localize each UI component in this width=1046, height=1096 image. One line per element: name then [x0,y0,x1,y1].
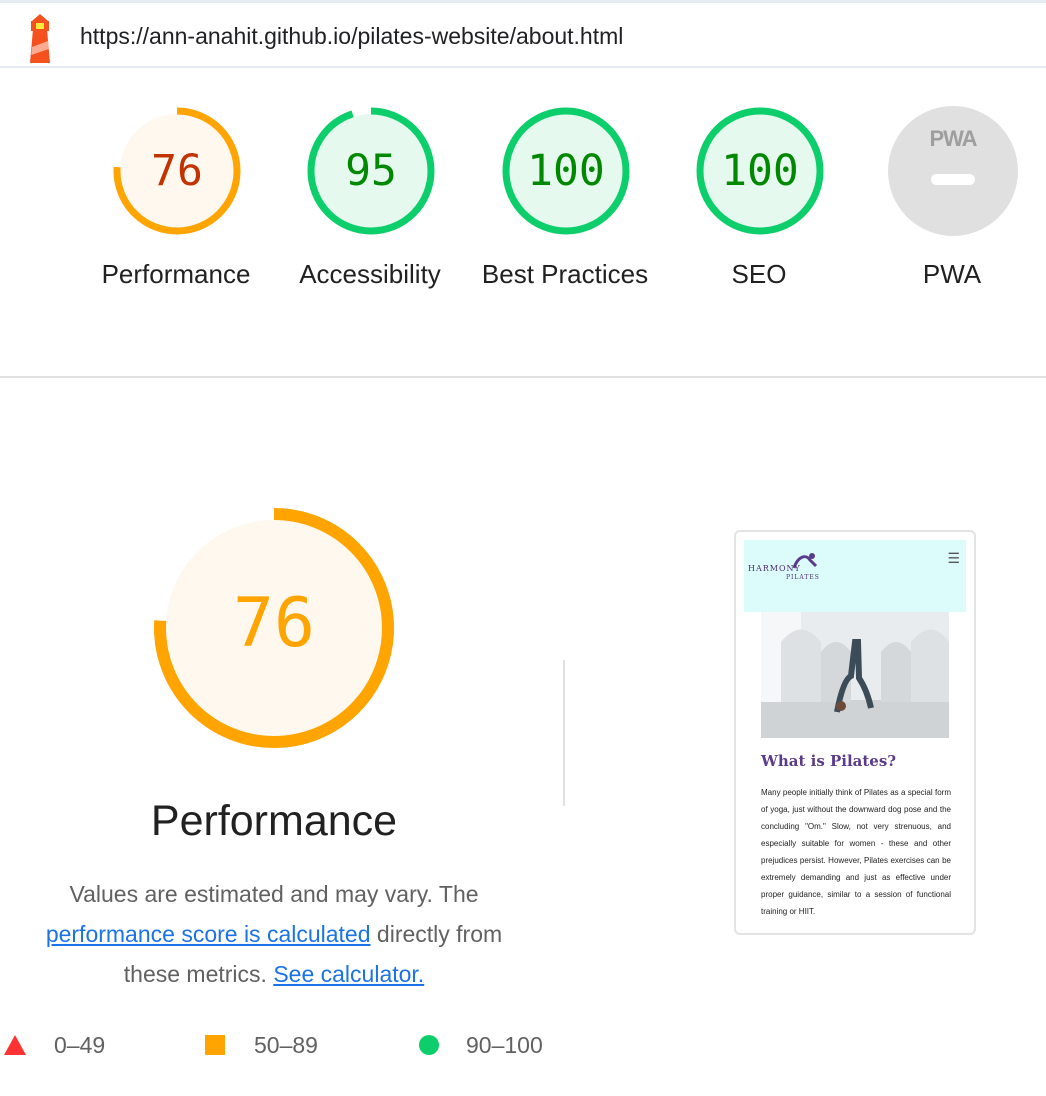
circle-icon [419,1035,439,1055]
screenshot-header: HARMONY PILATES ☰ [744,540,966,612]
gauge-label: Performance [101,259,251,289]
brand-subtext: PILATES [786,574,820,581]
gauge-score: 100 [527,146,605,196]
gauge-score: 100 [721,146,799,196]
screenshot-paragraph: Many people initially think of Pilates a… [761,788,951,916]
brand-text: HARMONY [748,564,801,573]
legend-fail-range: 0–49 [54,1032,106,1058]
score-calculated-link[interactable]: performance score is calculated [46,921,371,947]
score-legend: 0–49 50–89 90–100 [0,1030,600,1060]
final-screenshot[interactable]: HARMONY PILATES ☰ What is Pilates? Many … [734,530,976,935]
gauge-performance[interactable]: 76 Performance [76,106,276,346]
pwa-dash-icon [931,174,975,185]
gauge-score: 76 [151,146,203,196]
triangle-icon [4,1035,26,1055]
desc-text: Values are estimated and may vary. The [69,881,479,907]
pwa-badge-text: PWA [929,126,977,151]
screenshot-heading: What is Pilates? [761,752,897,770]
performance-score-large: 76 [233,584,315,663]
lighthouse-logo-icon [30,14,50,63]
category-gauges: 76 Performance 95 Accessibility 100 Best… [0,68,1046,378]
report-url-bar: https://ann-anahit.github.io/pilates-web… [0,0,1046,68]
gauge-seo[interactable]: 100 SEO [659,106,859,346]
legend-average-range: 50–89 [254,1032,318,1058]
vertical-divider [563,660,565,806]
gauge-pwa[interactable]: PWA PWA [852,106,1046,346]
gauge-score: 95 [345,146,397,196]
hero-image [761,612,949,738]
gauge-label: Accessibility [299,259,441,289]
gauge-best-practices[interactable]: 100 Best Practices [465,106,665,346]
gauge-label: PWA [922,259,982,289]
see-calculator-link[interactable]: See calculator. [273,961,424,987]
performance-title: Performance [150,797,398,845]
hamburger-menu-icon: ☰ [947,550,960,566]
legend-pass-range: 90–100 [466,1032,543,1058]
gauge-accessibility[interactable]: 95 Accessibility [270,106,470,346]
pwa-badge-icon: PWA [888,106,1018,236]
performance-description: Values are estimated and may vary. The p… [20,874,528,994]
square-icon [205,1035,225,1055]
gauge-label: Best Practices [481,259,649,289]
report-url[interactable]: https://ann-anahit.github.io/pilates-web… [80,23,623,50]
gauge-label: SEO [731,259,787,289]
